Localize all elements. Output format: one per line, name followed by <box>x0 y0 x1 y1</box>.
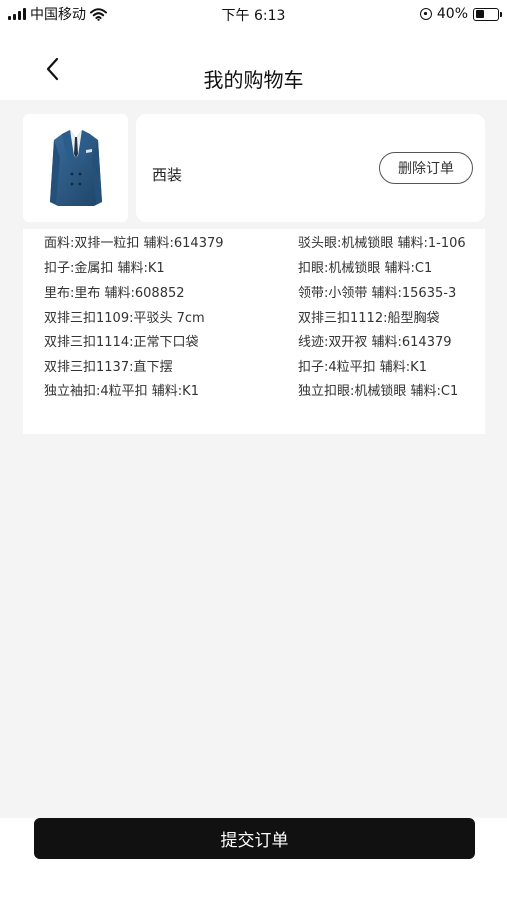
spec-row: 面料:双排一粒扣 辅料:614379 驳头眼:机械锁眼 辅料:1-106 <box>23 229 485 253</box>
spec-row: 独立袖扣:4粒平扣 辅料:K1 独立扣眼:机械锁眼 辅料:C1 <box>23 377 485 401</box>
spec-left: 双排三扣1109:平驳头 7cm <box>44 311 205 326</box>
battery-fill <box>475 10 484 18</box>
spec-left: 面料:双排一粒扣 辅料:614379 <box>44 236 224 251</box>
status-right: 40% <box>419 5 502 23</box>
spec-right: 驳头眼:机械锁眼 辅料:1-106 <box>298 236 466 251</box>
spec-row: 扣子:金属扣 辅料:K1 扣眼:机械锁眼 辅料:C1 <box>23 254 485 278</box>
spec-row: 双排三扣1137:直下摆 扣子:4粒平扣 辅料:K1 <box>23 353 485 377</box>
spec-right: 扣子:4粒平扣 辅料:K1 <box>298 360 427 375</box>
spec-left: 里布:里布 辅料:608852 <box>44 286 185 301</box>
cart-content: 西装 删除订单 面料:双排一粒扣 辅料:614379 驳头眼:机械锁眼 辅料:1… <box>0 100 507 818</box>
item-name: 西装 <box>152 166 183 184</box>
spec-row: 里布:里布 辅料:608852 领带:小领带 辅料:15635-3 <box>23 279 485 303</box>
submit-order-button[interactable]: 提交订单 <box>34 818 475 859</box>
spec-row: 双排三扣1114:正常下口袋 线迹:双开衩 辅料:614379 <box>23 328 485 352</box>
spec-left: 双排三扣1114:正常下口袋 <box>44 335 199 350</box>
battery-icon <box>473 7 502 21</box>
spec-right: 领带:小领带 辅料:15635-3 <box>298 286 457 301</box>
spec-left: 独立袖扣:4粒平扣 辅料:K1 <box>44 384 199 399</box>
spec-right: 线迹:双开衩 辅料:614379 <box>298 335 452 350</box>
cart-item-card: 西装 删除订单 <box>136 114 485 222</box>
rotation-lock-icon <box>419 8 432 20</box>
battery-percent: 40% <box>436 6 468 22</box>
bottom-bar: 提交订单 <box>0 818 507 900</box>
delete-order-button[interactable]: 删除订单 <box>379 152 473 184</box>
spec-right: 独立扣眼:机械锁眼 辅料:C1 <box>298 384 459 399</box>
spec-right: 双排三扣1112:船型胸袋 <box>298 311 440 326</box>
spec-left: 扣子:金属扣 辅料:K1 <box>44 261 165 276</box>
nav-bar: 我的购物车 <box>0 30 507 100</box>
spec-left: 双排三扣1137:直下摆 <box>44 360 173 375</box>
spec-right: 扣眼:机械锁眼 辅料:C1 <box>298 261 433 276</box>
spec-list: 面料:双排一粒扣 辅料:614379 驳头眼:机械锁眼 辅料:1-106 扣子:… <box>23 229 485 434</box>
product-thumbnail[interactable] <box>23 114 128 222</box>
status-bar: 中国移动 下午 6:13 40% <box>0 0 507 30</box>
page-title: 我的购物车 <box>203 68 304 92</box>
suit-jacket-image <box>49 130 102 206</box>
spec-row: 双排三扣1109:平驳头 7cm 双排三扣1112:船型胸袋 <box>23 304 485 328</box>
